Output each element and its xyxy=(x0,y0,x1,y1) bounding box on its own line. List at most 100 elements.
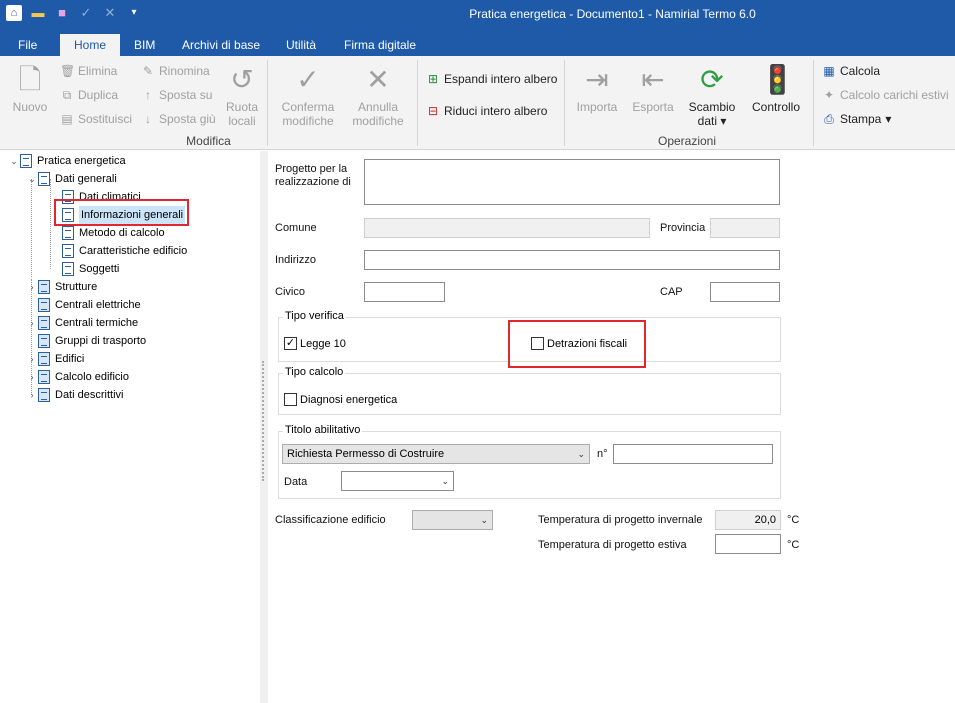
sposta-su-button[interactable]: ↑ Sposta su xyxy=(141,88,212,102)
numero-field[interactable] xyxy=(613,444,773,464)
tree-item-edifici[interactable]: › Edifici xyxy=(26,350,84,368)
stampa-button[interactable]: ⎙ Stampa ▾ xyxy=(822,112,891,126)
nuovo-label: Nuovo xyxy=(12,100,48,114)
provincia-field[interactable] xyxy=(710,218,780,238)
calcolo-carichi-button[interactable]: ✦ Calcolo carichi estivi xyxy=(822,88,949,102)
cap-field[interactable] xyxy=(710,282,780,302)
tree-label: Gruppi di trasporto xyxy=(55,335,147,347)
navigation-tree: ⌄ Pratica energetica ⌄ Dati generali Dat… xyxy=(0,151,260,703)
annulla-modifiche-button[interactable]: ✕ Annulla modifiche xyxy=(348,64,408,128)
tab-bim[interactable]: BIM xyxy=(124,34,165,56)
titolo-select-value: Richiesta Permesso di Costruire xyxy=(287,448,445,460)
folder-icon xyxy=(38,334,50,348)
folder-icon xyxy=(38,316,50,330)
tree-item-strutture[interactable]: › Strutture xyxy=(26,278,97,296)
riduci-albero-button[interactable]: ⊟ Riduci intero albero xyxy=(426,104,547,118)
group-label-operazioni: Operazioni xyxy=(657,134,717,148)
tree-item-centrali-elettriche[interactable]: Centrali elettriche xyxy=(26,296,141,314)
cap-label: CAP xyxy=(660,286,683,298)
chevron-down-icon[interactable]: ⌄ xyxy=(577,445,585,463)
duplica-button[interactable]: ⧉ Duplica xyxy=(60,88,118,102)
espandi-albero-button[interactable]: ⊞ Espandi intero albero xyxy=(426,72,557,86)
chevron-right-icon[interactable]: › xyxy=(26,350,38,368)
ruota-locali-button[interactable]: ↺ Ruota locali xyxy=(222,64,262,128)
tab-archivi[interactable]: Archivi di base xyxy=(172,34,270,56)
temp-invernale-label: Temperatura di progetto invernale xyxy=(538,514,703,526)
tree-label: Soggetti xyxy=(79,263,120,275)
tree-item-dati-descrittivi[interactable]: › Dati descrittivi xyxy=(26,386,123,404)
legge10-checkbox[interactable]: ✓ Legge 10 xyxy=(284,337,346,350)
classificazione-label: Classificazione edificio xyxy=(275,514,386,526)
esporta-button[interactable]: ⇤ Esporta xyxy=(628,64,678,114)
tree-item-caratteristiche[interactable]: Caratteristiche edificio xyxy=(50,242,187,260)
conferma-modifiche-button[interactable]: ✓ Conferma modifiche xyxy=(278,64,338,128)
chevron-down-icon[interactable]: ⌄ xyxy=(26,170,38,188)
tab-utilita[interactable]: Utilità xyxy=(276,34,326,56)
chevron-down-icon[interactable]: ⌄ xyxy=(480,511,488,529)
chevron-right-icon[interactable]: › xyxy=(26,278,38,296)
civico-label: Civico xyxy=(275,286,305,298)
civico-field[interactable] xyxy=(364,282,445,302)
rotate-icon: ↺ xyxy=(230,64,254,95)
titolo-select[interactable]: Richiesta Permesso di Costruire ⌄ xyxy=(282,444,590,464)
rinomina-label: Rinomina xyxy=(159,64,210,78)
document-icon xyxy=(62,226,74,240)
comune-field[interactable] xyxy=(364,218,650,238)
conferma-label: Conferma xyxy=(281,100,335,114)
classificazione-select[interactable]: ⌄ xyxy=(412,510,493,530)
tab-file[interactable]: File xyxy=(8,34,47,56)
chevron-right-icon[interactable]: › xyxy=(26,314,38,332)
legge10-label: Legge 10 xyxy=(300,337,346,350)
chevron-down-icon[interactable]: ⌄ xyxy=(441,472,449,490)
separator xyxy=(417,60,418,146)
panel-splitter[interactable] xyxy=(260,151,268,703)
importa-label: Importa xyxy=(576,100,618,114)
indirizzo-label: Indirizzo xyxy=(275,254,316,266)
temp-invernale-field[interactable]: 20,0 xyxy=(715,510,781,530)
elimina-button[interactable]: 🗑 Elimina xyxy=(60,64,117,78)
ruota-label: Ruota xyxy=(225,100,259,114)
elimina-label: Elimina xyxy=(78,64,118,78)
diagnosi-label: Diagnosi energetica xyxy=(300,393,398,406)
indirizzo-field[interactable] xyxy=(364,250,780,270)
tree-item-soggetti[interactable]: Soggetti xyxy=(50,260,119,278)
nuovo-button[interactable]: 🗋 Nuovo xyxy=(8,64,52,114)
tab-home[interactable]: Home xyxy=(60,34,120,56)
chevron-down-icon[interactable]: ⌄ xyxy=(8,152,20,170)
sostituisci-button[interactable]: ▤ Sostituisci xyxy=(60,112,132,126)
tree-item-dati-generali[interactable]: ⌄ Dati generali xyxy=(26,170,117,188)
new-document-icon: 🗋 xyxy=(18,64,42,95)
rinomina-button[interactable]: ✎ Rinomina xyxy=(141,64,210,78)
calcola-button[interactable]: ▦ Calcola xyxy=(822,64,880,78)
checkbox-checked-icon[interactable]: ✓ xyxy=(284,337,297,350)
temp-estiva-field[interactable] xyxy=(715,534,781,554)
data-picker[interactable]: ⌄ xyxy=(341,471,454,491)
progetto-label-2: realizzazione di xyxy=(275,176,351,188)
delete-icon: 🗑 xyxy=(60,64,76,78)
chevron-right-icon[interactable]: › xyxy=(26,368,38,386)
splitter-grip[interactable] xyxy=(262,361,265,481)
diagnosi-checkbox[interactable]: Diagnosi energetica xyxy=(284,393,397,406)
window-title: Pratica energetica - Documento1 - Namiri… xyxy=(469,7,756,21)
tab-firma[interactable]: Firma digitale xyxy=(334,34,426,56)
unit-c-label: °C xyxy=(787,514,800,526)
sposta-giu-button[interactable]: ↓ Sposta giù xyxy=(141,112,216,126)
highlight-box xyxy=(54,199,189,226)
tree-item-pratica[interactable]: ⌄ Pratica energetica xyxy=(8,152,126,170)
checkmark-icon: ✓ xyxy=(296,64,320,95)
tree-item-gruppi-trasporto[interactable]: Gruppi di trasporto xyxy=(26,332,146,350)
document-icon xyxy=(38,172,50,186)
locali-label: locali xyxy=(228,114,256,128)
folder-icon xyxy=(38,388,50,402)
progetto-textarea[interactable] xyxy=(364,159,780,205)
scambio-dati-button[interactable]: ⟳ Scambio dati ▾ xyxy=(684,64,740,128)
tree-item-centrali-termiche[interactable]: › Centrali termiche xyxy=(26,314,138,332)
chevron-right-icon[interactable]: › xyxy=(26,386,38,404)
controllo-button[interactable]: 🚦 Controllo xyxy=(748,64,804,114)
tree-item-metodo-calcolo[interactable]: Metodo di calcolo xyxy=(50,224,165,242)
importa-button[interactable]: ⇥ Importa xyxy=(572,64,622,114)
sposta-giu-label: Sposta giù xyxy=(159,112,216,126)
tree-item-calcolo-edificio[interactable]: › Calcolo edificio xyxy=(26,368,129,386)
checkbox-empty-icon[interactable] xyxy=(284,393,297,406)
folder-icon xyxy=(38,352,50,366)
